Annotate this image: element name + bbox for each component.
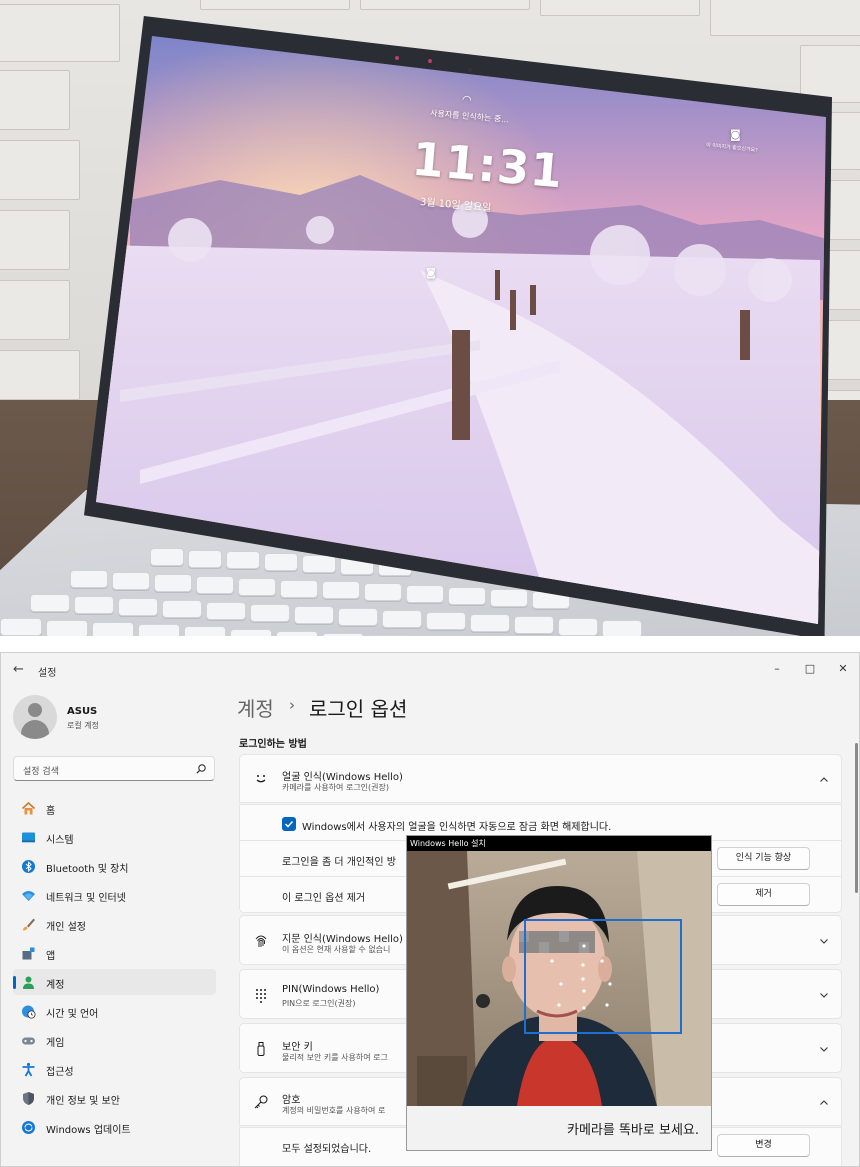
dialog-title-bar: Windows Hello 설치 [407,836,711,851]
brush-icon [23,918,35,931]
sidebar-item-accessibility[interactable]: 접근성 [13,1056,216,1082]
profile-account-type: 로컬 계정 [67,721,99,730]
bluetooth-icon [22,860,35,873]
fingerprint-subtitle: 이 옵션은 현재 사용할 수 없습니 [282,945,391,954]
system-icon [22,832,35,843]
chevron-up-icon[interactable] [819,1098,829,1108]
face-recognition-card[interactable]: 얼굴 인식(Windows Hello) 카메라를 사용하여 로그인(권장) [239,754,842,803]
remove-button[interactable]: 제거 [717,883,810,906]
scrollbar[interactable] [855,743,858,893]
sidebar-item-personalization[interactable]: 개인 설정 [13,911,216,937]
breadcrumb-parent[interactable]: 계정 [237,693,274,722]
dialog-title: Windows Hello 설치 [410,839,486,848]
face-subtitle: 카메라를 사용하여 로그인(권장) [282,783,390,792]
auto-dismiss-checkbox[interactable] [282,817,296,831]
sidebar-item-system[interactable]: 시스템 [13,824,216,850]
profile-name: ASUS [67,706,98,717]
breadcrumb-separator: › [289,696,295,714]
remove-label: 이 로그인 옵션 제거 [282,893,366,904]
pin-subtitle: PIN으로 로그인(권장) [282,999,356,1008]
shield-icon [23,1092,34,1105]
search-icon [196,764,206,774]
close-button[interactable]: ✕ [831,659,855,679]
sidebar-item-home[interactable]: 홈 [13,795,216,821]
page-title: 로그인 옵션 [309,697,408,721]
improve-label: 로그인을 좀 더 개인적인 방 [282,857,396,868]
section-title: 로그인하는 방법 [239,739,307,750]
accessibility-icon [22,1062,35,1077]
password-status: 모두 설정되었습니다. [282,1144,372,1155]
active-indicator [13,976,16,989]
wifi-icon [22,891,35,901]
sidebar-item-bluetooth[interactable]: Bluetooth 및 장치 [13,853,216,879]
widget-icon: ◙ [426,268,436,279]
sidebar-item-accounts[interactable]: 계정 [13,969,216,995]
key-icon [254,1095,268,1109]
sidebar-item-gaming[interactable]: 게임 [13,1027,216,1053]
home-icon [21,801,36,815]
sidebar-item-apps[interactable]: 앱 [13,940,216,966]
fingerprint-icon [255,935,267,947]
account-icon [23,976,34,989]
fingerprint-title: 지문 인식(Windows Hello) [282,934,403,945]
lock-screen-wallpaper [96,36,826,624]
globe-clock-icon [22,1005,36,1019]
auto-dismiss-label: Windows에서 사용자의 얼굴을 인식하면 자동으로 잠금 화면 해제합니다… [302,822,612,833]
face-scan-icon: ◠ [461,92,473,107]
update-icon [22,1121,35,1134]
change-password-button[interactable]: 변경 [717,1134,810,1157]
sidebar-item-privacy-security[interactable]: 개인 정보 및 보안 [13,1085,216,1111]
search-input[interactable]: 설정 검색 [13,756,215,781]
password-subtitle: 계정의 비밀번호를 사용하여 로 [282,1106,386,1115]
minimize-button[interactable]: – [765,659,789,679]
avatar [13,695,57,739]
sidebar-item-network[interactable]: 네트워크 및 인터넷 [13,882,216,908]
sidebar-item-windows-update[interactable]: Windows 업데이트 [13,1114,216,1140]
user-profile[interactable]: ASUS 로컬 계정 [13,695,213,743]
camera-icon[interactable]: ◙ [730,128,741,141]
laptop-photo: ◠ 사용자를 인식하는 중... 11:31 3월 10일 일요일 ◙ 이 이미… [0,0,860,636]
search-placeholder: 설정 검색 [23,767,59,777]
usb-key-icon [257,1042,265,1056]
title-bar: ← 설정 – □ ✕ [1,653,859,685]
camera-preview [407,851,711,1106]
password-title: 암호 [282,1095,301,1106]
dialog-instruction: 카메라를 똑바로 보세요. [567,1123,699,1138]
pin-title: PIN(Windows Hello) [282,984,380,995]
sidebar-item-time-language[interactable]: 시간 및 언어 [13,998,216,1024]
face-icon [256,775,266,783]
app-title: 설정 [38,668,57,679]
security-key-title: 보안 키 [282,1042,313,1053]
apps-icon [22,947,35,960]
windows-hello-dialog: Windows Hello 설치 카메라를 똑바로 보세요. [406,835,712,1151]
settings-window: ← 설정 – □ ✕ ASUS 로컬 계정 설정 검색 홈 시스템 Blueto… [0,652,860,1167]
maximize-button[interactable]: □ [798,659,822,679]
chevron-down-icon[interactable] [819,990,829,1000]
chevron-up-icon[interactable] [819,775,829,785]
back-arrow-icon[interactable]: ← [13,662,24,677]
gamepad-icon [22,1037,35,1045]
improve-recognition-button[interactable]: 인식 기능 향상 [717,847,810,870]
chevron-down-icon[interactable] [819,936,829,946]
pin-keypad-icon [256,989,266,1003]
security-key-subtitle: 물리적 보안 키를 사용하여 로그 [282,1053,388,1062]
chevron-down-icon[interactable] [819,1044,829,1054]
face-title: 얼굴 인식(Windows Hello) [282,772,403,783]
